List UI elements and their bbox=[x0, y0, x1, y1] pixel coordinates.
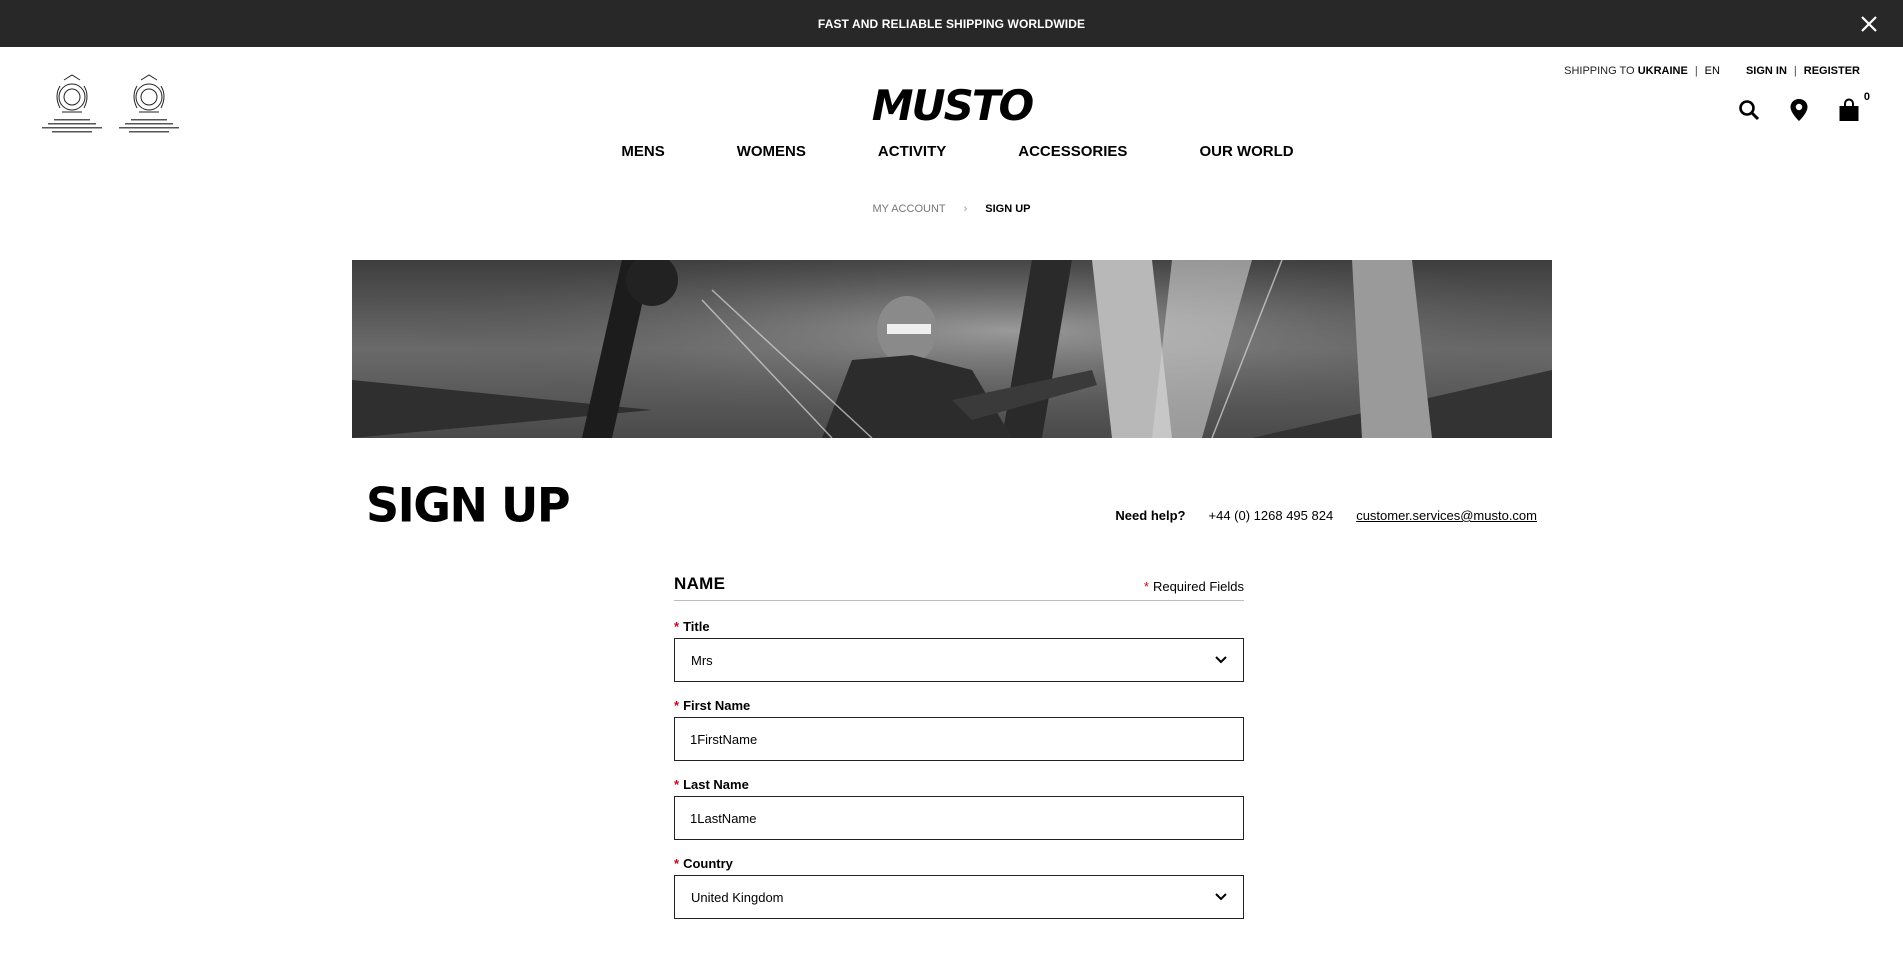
language-selector[interactable]: EN bbox=[1705, 65, 1720, 77]
chevron-down-icon bbox=[1215, 656, 1227, 664]
first-name-label: * First Name bbox=[674, 698, 1244, 713]
bag-button[interactable]: 0 bbox=[1836, 91, 1870, 123]
country-select-value: United Kingdom bbox=[691, 889, 784, 905]
country-label-text: Country bbox=[683, 856, 733, 871]
close-icon bbox=[1861, 16, 1877, 32]
header-icons: 0 bbox=[1736, 91, 1870, 123]
store-locator-icon bbox=[1790, 99, 1808, 121]
nav-item-womens[interactable]: WOMENS bbox=[701, 143, 842, 160]
breadcrumb-my-account[interactable]: MY ACCOUNT bbox=[872, 203, 945, 215]
divider: | bbox=[1793, 65, 1797, 77]
main-nav: MENS WOMENS ACTIVITY ACCESSORIES OUR WOR… bbox=[0, 143, 1903, 160]
title-label: * Title bbox=[674, 619, 1244, 634]
bag-icon bbox=[1839, 98, 1859, 121]
country-label: * Country bbox=[674, 856, 1244, 871]
last-name-field: * Last Name 1LastName bbox=[674, 777, 1244, 840]
nav-item-mens[interactable]: MENS bbox=[585, 143, 700, 160]
title-select[interactable]: Mrs bbox=[674, 638, 1244, 682]
first-name-value: 1FirstName bbox=[690, 731, 758, 747]
required-star: * bbox=[674, 619, 680, 634]
breadcrumb-current: SIGN UP bbox=[985, 203, 1031, 215]
breadcrumb: MY ACCOUNT › SIGN UP bbox=[0, 203, 1903, 215]
title-label-text: Title bbox=[683, 619, 710, 634]
utility-links: SHIPPING TO UKRAINE | EN SIGN IN | REGIS… bbox=[1564, 65, 1860, 77]
title-select-value: Mrs bbox=[691, 652, 713, 668]
title-field: * Title Mrs bbox=[674, 619, 1244, 682]
first-name-label-text: First Name bbox=[683, 698, 751, 713]
form-section-header: NAME * Required Fields bbox=[674, 574, 1244, 601]
help-contact: Need help? +44 (0) 1268 495 824 customer… bbox=[1115, 508, 1537, 523]
shipping-prefix: SHIPPING TO bbox=[1564, 65, 1635, 77]
required-star: * bbox=[674, 777, 680, 792]
required-fields-text: Required Fields bbox=[1152, 579, 1244, 594]
nav-item-our-world[interactable]: OUR WORLD bbox=[1163, 143, 1329, 160]
nav-item-activity[interactable]: ACTIVITY bbox=[842, 143, 982, 160]
signup-form: NAME * Required Fields * Title Mrs * First … bbox=[674, 574, 1244, 919]
page-title: SIGN UP bbox=[366, 477, 571, 533]
close-promo-button[interactable] bbox=[1857, 12, 1881, 36]
register-link[interactable]: REGISTER bbox=[1804, 65, 1860, 77]
royal-warrant-crests bbox=[42, 74, 179, 133]
help-phone[interactable]: +44 (0) 1268 495 824 bbox=[1209, 508, 1334, 523]
sign-in-link[interactable]: SIGN IN bbox=[1746, 65, 1787, 77]
nav-item-accessories[interactable]: ACCESSORIES bbox=[982, 143, 1163, 160]
musto-logo[interactable]: MUSTO bbox=[868, 86, 1036, 126]
shipping-country[interactable]: UKRAINE bbox=[1638, 65, 1688, 77]
promo-bar: FAST AND RELIABLE SHIPPING WORLDWIDE bbox=[0, 0, 1903, 47]
last-name-input[interactable]: 1LastName bbox=[674, 796, 1244, 840]
divider: | bbox=[1694, 65, 1698, 77]
required-star: * bbox=[674, 856, 680, 871]
logo-text: MUSTO bbox=[872, 86, 1034, 126]
chevron-down-icon bbox=[1215, 893, 1227, 901]
country-select[interactable]: United Kingdom bbox=[674, 875, 1244, 919]
first-name-field: * First Name 1FirstName bbox=[674, 698, 1244, 761]
breadcrumb-separator: › bbox=[963, 203, 968, 215]
hero-banner-image bbox=[352, 260, 1552, 438]
required-star: * bbox=[674, 698, 680, 713]
promo-text: FAST AND RELIABLE SHIPPING WORLDWIDE bbox=[817, 16, 1086, 31]
cart-count: 0 bbox=[1863, 91, 1870, 103]
section-title: NAME bbox=[674, 574, 726, 593]
last-name-label-text: Last Name bbox=[683, 777, 749, 792]
required-fields-note: * Required Fields bbox=[1144, 579, 1244, 594]
first-name-input[interactable]: 1FirstName bbox=[674, 717, 1244, 761]
help-label: Need help? bbox=[1115, 508, 1186, 523]
search-button[interactable] bbox=[1736, 97, 1762, 123]
store-locator-button[interactable] bbox=[1786, 97, 1812, 123]
last-name-value: 1LastName bbox=[690, 810, 757, 826]
country-field: * Country United Kingdom bbox=[674, 856, 1244, 919]
search-icon bbox=[1739, 100, 1760, 121]
required-star: * bbox=[1143, 579, 1149, 594]
last-name-label: * Last Name bbox=[674, 777, 1244, 792]
help-email-link[interactable]: customer.services@musto.com bbox=[1356, 508, 1537, 523]
nav-list: MENS WOMENS ACTIVITY ACCESSORIES OUR WOR… bbox=[585, 143, 1329, 160]
